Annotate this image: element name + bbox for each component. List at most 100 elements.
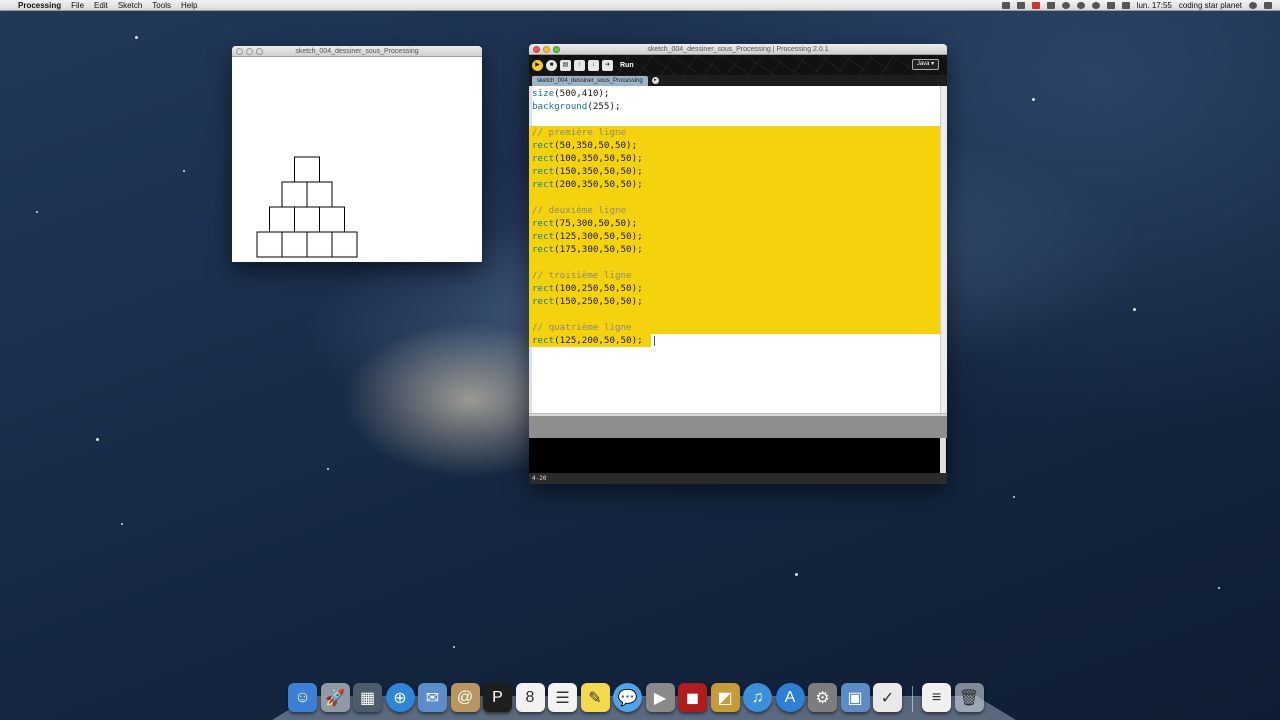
sketch-window-title: sketch_004_dessiner_sous_Processing xyxy=(295,48,419,55)
menu-tools[interactable]: Tools xyxy=(152,0,171,11)
code-line: rect(150,350,50,50); xyxy=(532,165,643,178)
mission-control-icon[interactable]: ▦ xyxy=(353,683,382,712)
code-keyword: rect xyxy=(532,166,555,177)
sketch-drawing xyxy=(256,156,358,258)
app-store-icon[interactable]: A xyxy=(775,683,805,712)
sketch-rect xyxy=(331,231,358,258)
time-machine-icon[interactable] xyxy=(1061,1,1070,9)
code-line: rect(100,250,50,50); xyxy=(532,282,643,295)
tab-menu-arrow-icon[interactable]: ▸ xyxy=(651,77,659,84)
iphoto-icon[interactable]: ◩ xyxy=(710,683,740,712)
screenshots-icon[interactable]: ▣ xyxy=(840,683,870,712)
mode-select[interactable]: Java ▾ xyxy=(912,59,939,70)
menu-edit[interactable]: Edit xyxy=(94,0,108,11)
menu-help[interactable]: Help xyxy=(181,0,197,11)
close-icon[interactable] xyxy=(236,48,243,55)
documents-stack-icon[interactable]: ≡ xyxy=(922,683,951,712)
itunes-icon[interactable]: ♫ xyxy=(743,683,772,712)
line-number-indicator: 4-20 xyxy=(532,475,547,482)
clock[interactable]: lun. 17:55 xyxy=(1137,0,1172,11)
safari-icon[interactable]: ⊕ xyxy=(385,683,415,712)
zoom-icon[interactable] xyxy=(553,46,560,53)
tray-recording-icon[interactable] xyxy=(1031,1,1040,9)
code-comment: // quatrième ligne xyxy=(532,322,632,333)
launchpad-icon[interactable]: 🚀 xyxy=(320,683,350,712)
tab-bar: sketch_004_dessiner_sous_Processing ▸ xyxy=(529,75,947,86)
contacts-icon[interactable]: @ xyxy=(450,683,480,712)
tray-dropbox-icon[interactable] xyxy=(1046,1,1055,9)
sketch-canvas[interactable] xyxy=(232,57,482,262)
code-arguments: (100,350,50,50); xyxy=(554,153,643,164)
status-tray: lun. 17:55 coding star planet xyxy=(1001,0,1280,11)
code-arguments: (500,410); xyxy=(554,88,610,99)
ide-toolbar: ▶ ■ ▤ ↑ ↓ ➔ Run Java ▾ xyxy=(529,55,947,75)
message-area xyxy=(529,416,947,438)
code-keyword: rect xyxy=(532,283,555,294)
code-arguments: (75,300,50,50); xyxy=(554,218,638,229)
run-button[interactable]: ▶ xyxy=(532,59,543,71)
photo-booth-icon[interactable]: ◼ xyxy=(678,683,707,712)
export-button[interactable]: ➔ xyxy=(602,59,613,71)
editor-scrollbar[interactable] xyxy=(940,86,947,413)
minimize-icon[interactable] xyxy=(246,48,253,55)
console-scrollbar[interactable] xyxy=(940,438,946,473)
sketch-output-window: sketch_004_dessiner_sous_Processing xyxy=(232,46,482,262)
console-area[interactable] xyxy=(529,438,947,473)
code-arguments: (125,300,50,50); xyxy=(554,231,643,242)
app-menu[interactable]: Processing xyxy=(18,0,61,11)
notes-icon[interactable]: ✎ xyxy=(580,683,610,712)
sketch-rect xyxy=(281,181,308,208)
code-keyword: rect xyxy=(532,296,555,307)
minimize-icon[interactable] xyxy=(543,46,550,53)
code-keyword: rect xyxy=(532,179,555,190)
dock: ☺ 🚀 ▦ ⊕ ✉ @ P 8 ☰ ✎ 💬 ▶ ◼ ◩ ♫ A ⚙ ▣ ✓ ≡ 🗑 xyxy=(288,680,984,712)
sketch-window-titlebar[interactable]: sketch_004_dessiner_sous_Processing xyxy=(232,46,482,57)
volume-icon[interactable] xyxy=(1106,1,1115,9)
bluetooth-icon[interactable] xyxy=(1076,1,1085,9)
ide-window-titlebar[interactable]: sketch_004_dessiner_sous_Processing | Pr… xyxy=(529,44,947,55)
user-name[interactable]: coding star planet xyxy=(1179,0,1242,11)
stop-button[interactable]: ■ xyxy=(546,59,557,71)
calendar-icon[interactable]: 8 xyxy=(515,683,545,712)
facetime-icon[interactable]: ▶ xyxy=(645,683,675,712)
menu-file[interactable]: File xyxy=(71,0,84,11)
wifi-icon[interactable] xyxy=(1091,1,1100,9)
code-line: rect(175,300,50,50); xyxy=(532,243,643,256)
code-arguments: (125,200,50,50); xyxy=(554,335,643,346)
sketch-rect xyxy=(306,181,333,208)
code-comment: // deuxième ligne xyxy=(532,205,627,216)
new-button[interactable]: ▤ xyxy=(560,59,571,71)
code-keyword: rect xyxy=(532,244,555,255)
code-line: rect(125,300,50,50); xyxy=(532,230,643,243)
menu-sketch[interactable]: Sketch xyxy=(118,0,142,11)
close-icon[interactable] xyxy=(533,46,540,53)
code-comment: // troisième ligne xyxy=(532,270,632,281)
zoom-icon[interactable] xyxy=(256,48,263,55)
preview-icon[interactable]: ✓ xyxy=(873,683,902,712)
open-button[interactable]: ↑ xyxy=(574,59,585,71)
mail-icon[interactable]: ✉ xyxy=(418,683,447,712)
code-line: rect(125,200,50,50); xyxy=(532,334,643,347)
tab-sketch[interactable]: sketch_004_dessiner_sous_Processing xyxy=(532,76,648,86)
system-preferences-icon[interactable]: ⚙ xyxy=(808,683,837,712)
tray-app-icon[interactable] xyxy=(1001,1,1010,9)
code-arguments: (50,350,50,50); xyxy=(554,140,638,151)
code-line: rect(150,250,50,50); xyxy=(532,295,643,308)
spotlight-icon[interactable] xyxy=(1249,1,1257,9)
battery-icon[interactable] xyxy=(1121,1,1130,9)
messages-icon[interactable]: 💬 xyxy=(613,683,642,712)
code-keyword: size xyxy=(532,88,555,99)
save-button[interactable]: ↓ xyxy=(588,59,599,71)
code-keyword: rect xyxy=(532,335,555,346)
code-editor[interactable]: size(500,410); background(255);// premièr… xyxy=(529,86,947,413)
trash-icon[interactable]: 🗑 xyxy=(954,683,984,712)
notification-center-icon[interactable] xyxy=(1264,1,1272,9)
sketch-rect xyxy=(294,156,320,183)
tray-display-icon[interactable] xyxy=(1016,1,1025,9)
reminders-icon[interactable]: ☰ xyxy=(548,683,577,712)
run-label: Run xyxy=(620,61,634,69)
sketch-rect xyxy=(319,206,345,233)
menu-bar: Processing File Edit Sketch Tools Help l… xyxy=(0,0,1280,11)
finder-icon[interactable]: ☺ xyxy=(288,683,317,712)
processing-icon[interactable]: P xyxy=(483,683,512,712)
